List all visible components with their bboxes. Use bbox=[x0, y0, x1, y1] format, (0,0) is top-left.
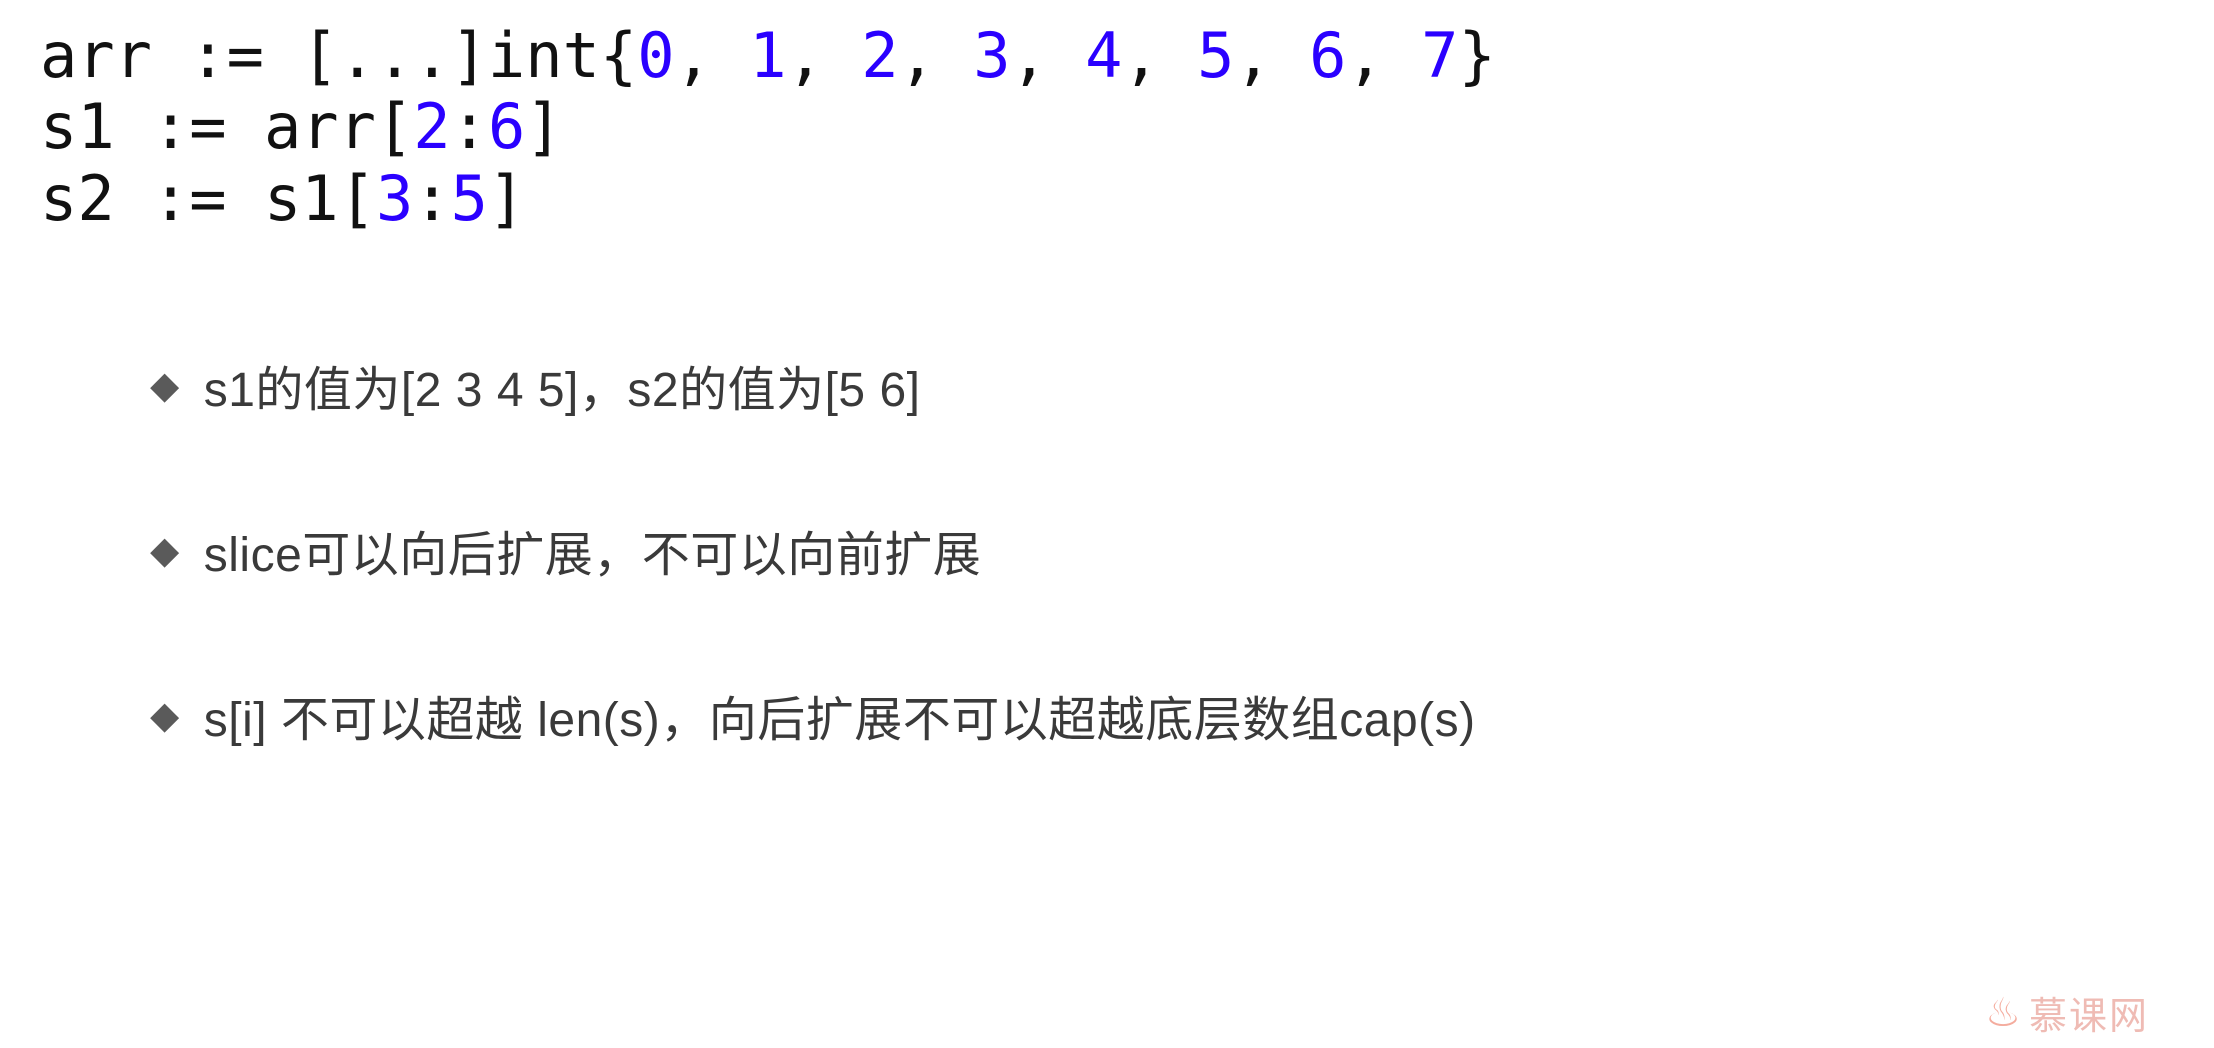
bullet-item: ◆ s1的值为[2 3 4 5]，s2的值为[5 6] bbox=[150, 350, 1476, 420]
bullet-item: ◆ slice可以向后扩展，不可以向前扩展 bbox=[150, 515, 1476, 585]
bullet-text: s[i] 不可以超越 len(s)，向后扩展不可以超越底层数组cap(s) bbox=[204, 680, 1476, 750]
diamond-icon: ◆ bbox=[150, 693, 180, 738]
code-block: arr := [...]int{0, 1, 2, 3, 4, 5, 6, 7} … bbox=[40, 20, 1496, 234]
bullet-item: ◆ s[i] 不可以超越 len(s)，向后扩展不可以超越底层数组cap(s) bbox=[150, 680, 1476, 750]
diamond-icon: ◆ bbox=[150, 528, 180, 573]
code-line-1: arr := [...]int{0, 1, 2, 3, 4, 5, 6, 7} bbox=[40, 19, 1496, 92]
code-line-2: s1 := arr[2:6] bbox=[40, 90, 563, 163]
watermark-text: 慕课网 bbox=[2029, 985, 2149, 1040]
diamond-icon: ◆ bbox=[150, 363, 180, 408]
flame-icon: ♨ bbox=[1985, 990, 2023, 1036]
code-line-3: s2 := s1[3:5] bbox=[40, 162, 525, 235]
bullet-text: slice可以向后扩展，不可以向前扩展 bbox=[204, 515, 982, 585]
watermark: ♨ 慕课网 bbox=[1985, 985, 2149, 1040]
bullet-text: s1的值为[2 3 4 5]，s2的值为[5 6] bbox=[204, 350, 921, 420]
bullet-list: ◆ s1的值为[2 3 4 5]，s2的值为[5 6] ◆ slice可以向后扩… bbox=[150, 350, 1476, 845]
